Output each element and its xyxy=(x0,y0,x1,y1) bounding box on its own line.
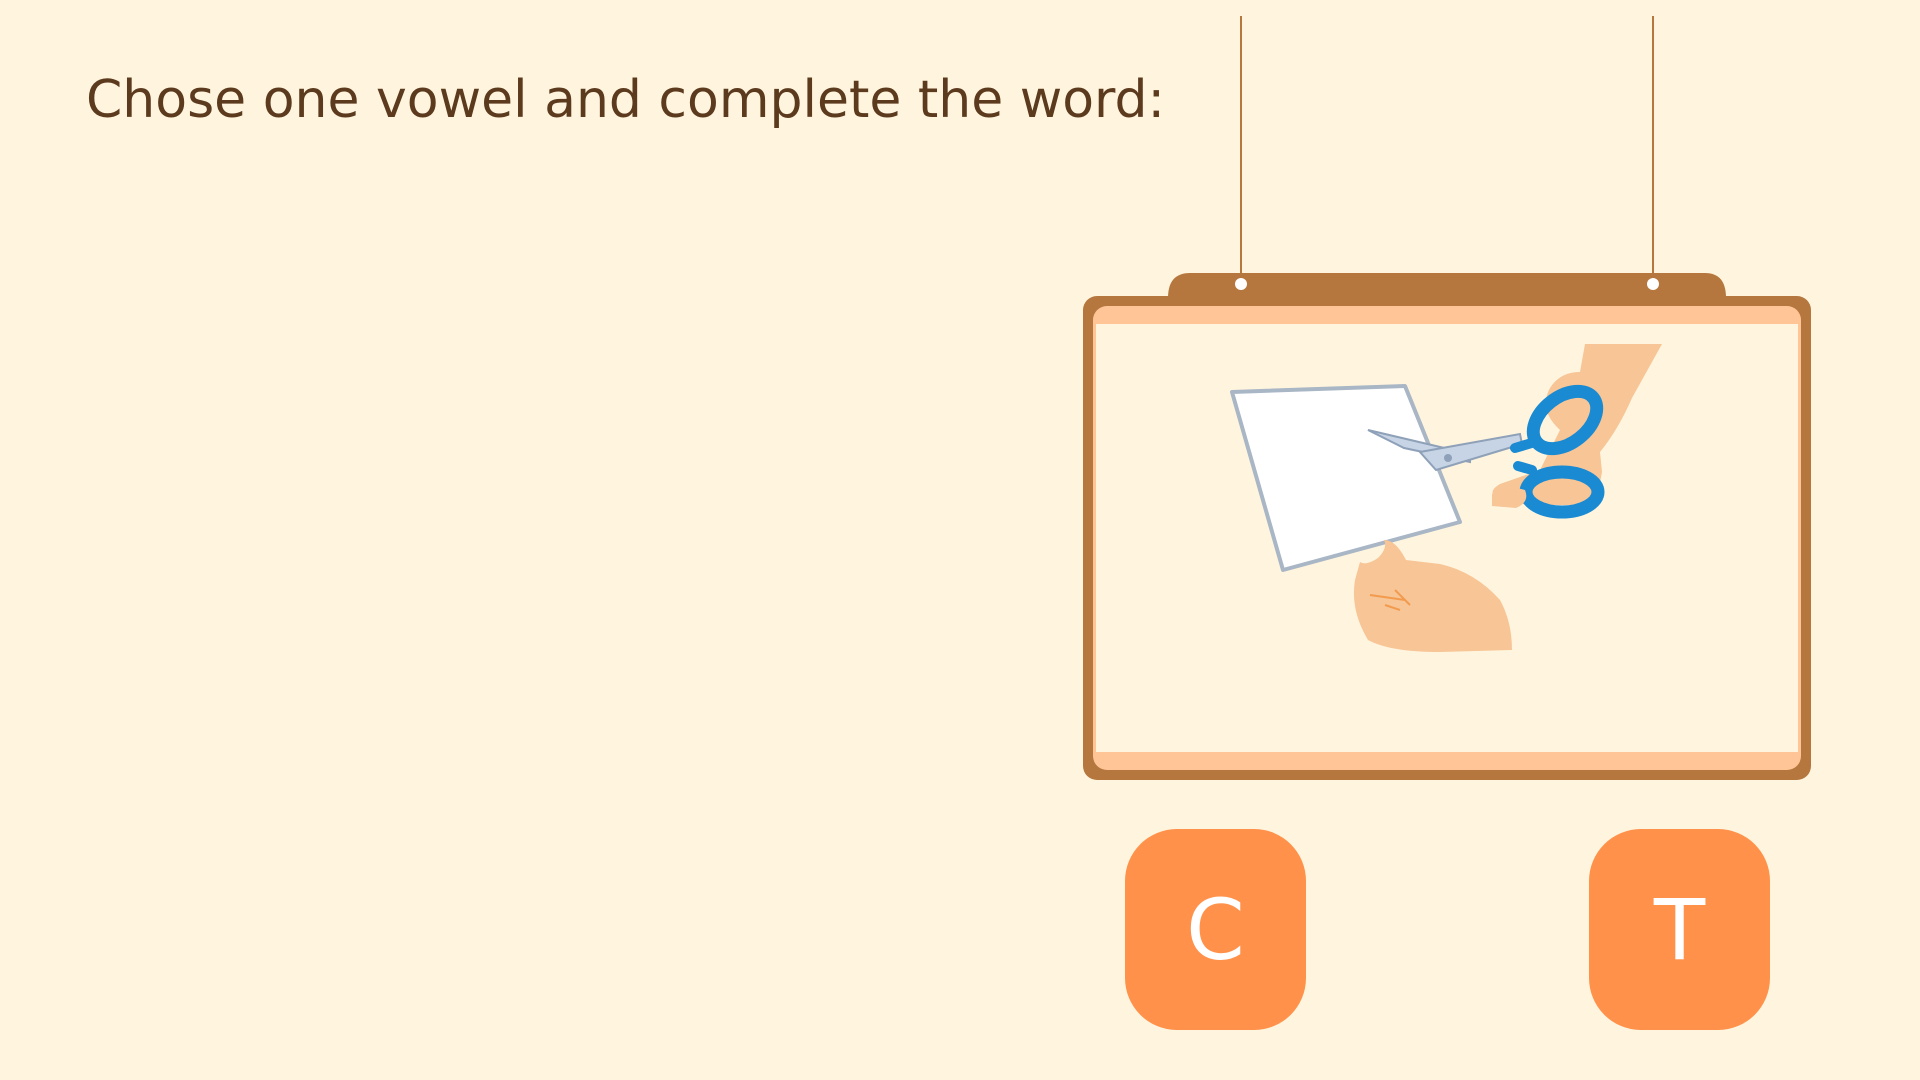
letter-tile-t[interactable]: T xyxy=(1589,829,1770,1030)
scissors-pivot xyxy=(1444,454,1452,462)
letter-tile-c-label: C xyxy=(1186,880,1245,979)
board-hanger-bar xyxy=(1168,273,1726,298)
letter-tile-t-label: T xyxy=(1653,880,1706,979)
hanger-nail-right xyxy=(1647,278,1659,290)
hanger-nail-left xyxy=(1235,278,1247,290)
board-surface xyxy=(1096,324,1798,752)
letter-tile-c[interactable]: C xyxy=(1125,829,1306,1030)
